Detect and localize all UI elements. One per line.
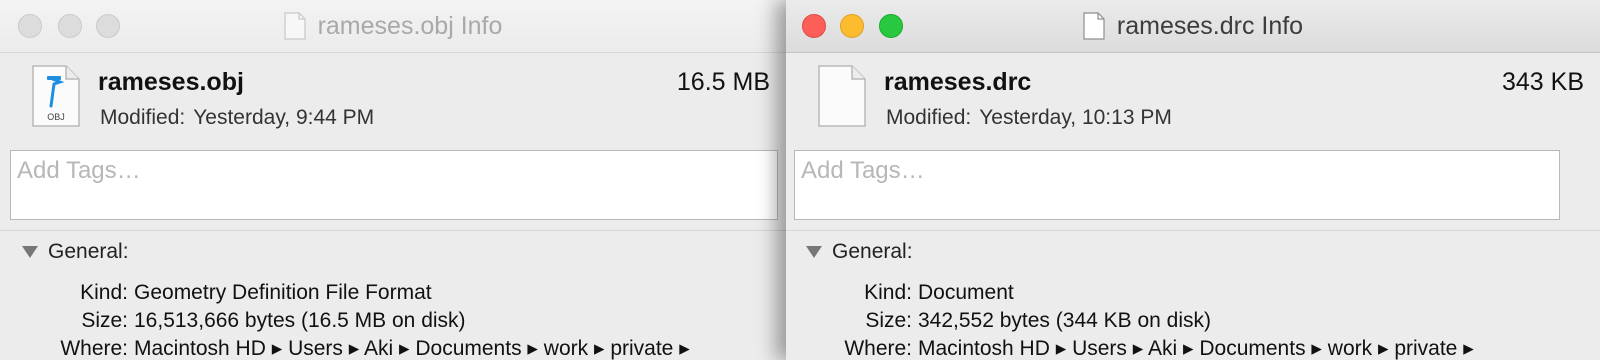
document-icon (816, 64, 868, 128)
modified-line: Modified: Yesterday, 9:44 PM (100, 106, 374, 130)
kind-label: Kind: (80, 281, 128, 304)
modified-line: Modified: Yesterday, 10:13 PM (886, 106, 1172, 130)
window-title: rameses.drc Info (1116, 11, 1304, 40)
info-window-rameses-drc: rameses.drc Info rameses.drc 343 KB Modi… (786, 0, 1600, 360)
document-icon (1083, 12, 1105, 40)
tags-input[interactable] (11, 151, 777, 191)
xcode-obj-file-icon: OBJ (30, 64, 82, 128)
kind-value: Geometry Definition File Format (134, 281, 432, 304)
window-title: rameses.obj Info (317, 11, 503, 40)
size-label: Size: (81, 309, 128, 332)
modified-value: Yesterday, 9:44 PM (193, 106, 375, 129)
where-label: Where: (60, 337, 128, 360)
where-row: Where: Macintosh HD ▸ Users ▸ Aki ▸ Docum… (794, 336, 1474, 360)
section-label: General: (48, 240, 129, 263)
disclosure-triangle-icon[interactable] (806, 246, 822, 258)
file-name: rameses.obj (98, 68, 244, 96)
where-value: Macintosh HD ▸ Users ▸ Aki ▸ Documents ▸… (134, 337, 690, 360)
title-bar[interactable]: rameses.drc Info (786, 0, 1600, 53)
divider (0, 230, 786, 231)
size-row: Size: 16,513,666 bytes (16.5 MB on disk) (10, 309, 466, 333)
modified-value: Yesterday, 10:13 PM (979, 106, 1172, 129)
kind-label: Kind: (864, 281, 912, 304)
size-row: Size: 342,552 bytes (344 KB on disk) (794, 309, 1211, 333)
general-section-toggle[interactable]: General: (22, 240, 129, 264)
tags-field[interactable] (10, 150, 778, 220)
where-label: Where: (844, 337, 912, 360)
where-value: Macintosh HD ▸ Users ▸ Aki ▸ Documents ▸… (918, 337, 1474, 360)
where-row: Where: Macintosh HD ▸ Users ▸ Aki ▸ Docum… (10, 336, 690, 360)
divider (786, 230, 1600, 231)
tags-field[interactable] (794, 150, 1560, 220)
file-size: 16.5 MB (676, 68, 770, 96)
icon-label: OBJ (47, 112, 65, 122)
kind-value: Document (918, 281, 1014, 304)
section-label: General: (832, 240, 913, 263)
info-window-rameses-obj: rameses.obj Info OBJ rameses.obj 16.5 MB… (0, 0, 787, 360)
size-value: 342,552 bytes (344 KB on disk) (918, 309, 1212, 332)
tags-input[interactable] (795, 151, 1559, 191)
file-name: rameses.drc (884, 68, 1032, 96)
general-section-toggle[interactable]: General: (806, 240, 913, 264)
size-label: Size: (865, 309, 912, 332)
document-icon (283, 12, 306, 40)
size-value: 16,513,666 bytes (16.5 MB on disk) (134, 309, 466, 332)
modified-label: Modified: (100, 106, 186, 129)
disclosure-triangle-icon[interactable] (22, 246, 38, 258)
file-size: 343 KB (1501, 68, 1584, 96)
kind-row: Kind: Geometry Definition File Format (10, 281, 432, 305)
modified-label: Modified: (886, 106, 972, 129)
kind-row: Kind: Document (794, 281, 1014, 305)
title-bar[interactable]: rameses.obj Info (0, 0, 786, 53)
